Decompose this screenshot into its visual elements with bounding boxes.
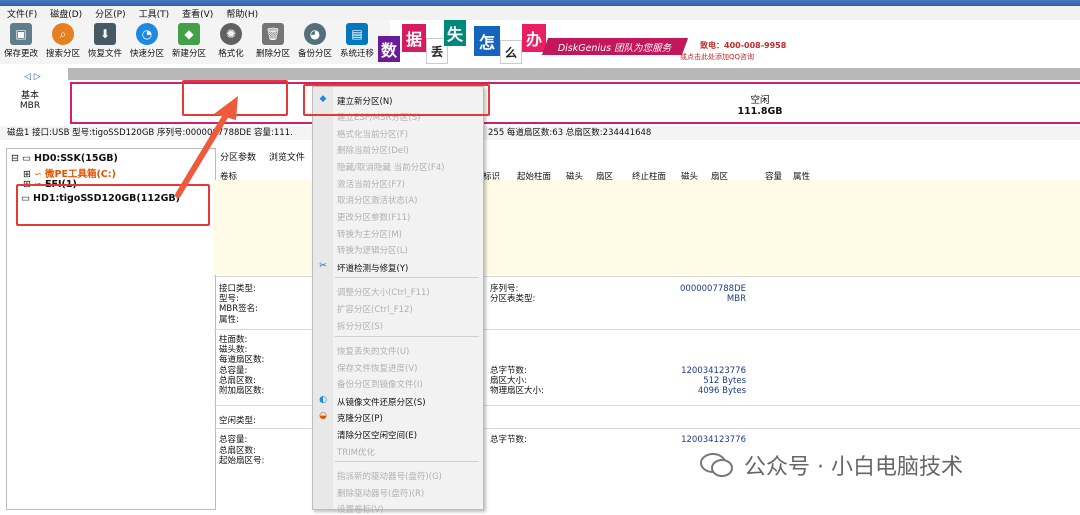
wechat-icon	[700, 453, 733, 477]
watermark-text: 公众号 · 小白电脑技术	[744, 455, 963, 480]
watermark: 公众号 · 小白电脑技术	[700, 448, 1060, 482]
annotation-arrow	[175, 96, 238, 198]
